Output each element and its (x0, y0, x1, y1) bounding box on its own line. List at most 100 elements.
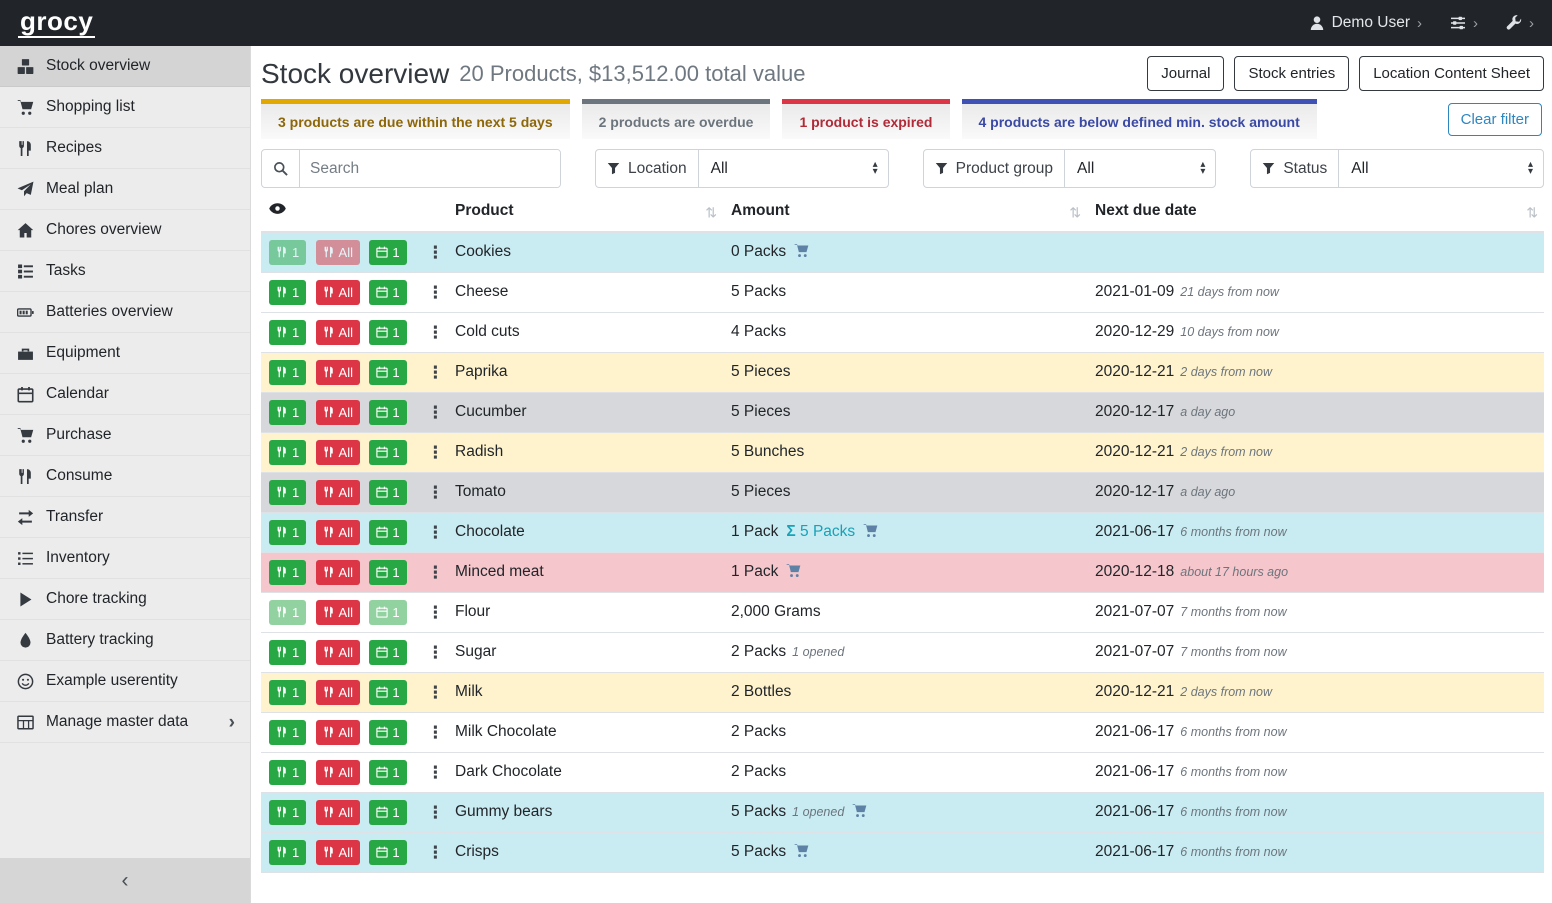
sidebar-item[interactable]: Recipes (0, 128, 250, 169)
sidebar-item[interactable]: Stock overview (0, 46, 250, 87)
sidebar-item[interactable]: Manage master data › (0, 702, 250, 743)
open-product-button[interactable]: 1 (369, 640, 406, 665)
open-product-button[interactable]: 1 (369, 680, 406, 705)
consume-all-button[interactable]: All (316, 800, 360, 825)
consume-all-button[interactable]: All (316, 320, 360, 345)
consume-all-button[interactable]: All (316, 440, 360, 465)
sidebar-item[interactable]: Purchase (0, 415, 250, 456)
cart-icon[interactable] (794, 243, 809, 258)
consume-one-button[interactable]: 1 (269, 640, 306, 665)
consume-one-button[interactable]: 1 (269, 600, 306, 625)
row-menu-button[interactable]: ⋮ (421, 442, 447, 463)
consume-all-button[interactable]: All (316, 520, 360, 545)
open-product-button[interactable]: 1 (369, 840, 406, 865)
consume-all-button[interactable]: All (316, 560, 360, 585)
consume-all-button[interactable]: All (316, 480, 360, 505)
consume-one-button[interactable]: 1 (269, 360, 306, 385)
settings-menu[interactable]: › (1450, 15, 1478, 31)
status-banner[interactable]: 2 products are overdue (582, 99, 771, 139)
cart-icon[interactable] (794, 843, 809, 858)
cart-icon[interactable] (786, 563, 801, 578)
sidebar-item[interactable]: Consume (0, 456, 250, 497)
admin-menu[interactable]: › (1506, 15, 1534, 31)
consume-all-button[interactable]: All (316, 400, 360, 425)
sidebar-item[interactable]: Transfer (0, 497, 250, 538)
row-menu-button[interactable]: ⋮ (421, 522, 447, 543)
sidebar-item[interactable]: Chores overview (0, 210, 250, 251)
sidebar-item[interactable]: Equipment (0, 333, 250, 374)
search-input[interactable] (300, 150, 560, 187)
sidebar-item[interactable]: Shopping list (0, 87, 250, 128)
status-banner[interactable]: 4 products are below defined min. stock … (962, 99, 1317, 139)
sidebar-item[interactable]: Example userentity (0, 661, 250, 702)
open-product-button[interactable]: 1 (369, 320, 406, 345)
row-menu-button[interactable]: ⋮ (421, 762, 447, 783)
row-menu-button[interactable]: ⋮ (421, 842, 447, 863)
row-menu-button[interactable]: ⋮ (421, 322, 447, 343)
sidebar-item[interactable]: Inventory (0, 538, 250, 579)
row-menu-button[interactable]: ⋮ (421, 282, 447, 303)
consume-one-button[interactable]: 1 (269, 280, 306, 305)
header-action-button[interactable]: Journal (1147, 56, 1224, 91)
row-menu-button[interactable]: ⋮ (421, 402, 447, 423)
consume-one-button[interactable]: 1 (269, 560, 306, 585)
open-product-button[interactable]: 1 (369, 600, 406, 625)
open-product-button[interactable]: 1 (369, 480, 406, 505)
consume-all-button[interactable]: All (316, 680, 360, 705)
consume-one-button[interactable]: 1 (269, 520, 306, 545)
consume-all-button[interactable]: All (316, 600, 360, 625)
row-menu-button[interactable]: ⋮ (421, 562, 447, 583)
open-product-button[interactable]: 1 (369, 720, 406, 745)
consume-one-button[interactable]: 1 (269, 840, 306, 865)
consume-one-button[interactable]: 1 (269, 240, 306, 265)
open-product-button[interactable]: 1 (369, 520, 406, 545)
user-menu[interactable]: Demo User › (1309, 14, 1422, 32)
consume-all-button[interactable]: All (316, 280, 360, 305)
header-action-button[interactable]: Location Content Sheet (1359, 56, 1544, 91)
cart-icon[interactable] (863, 523, 878, 538)
consume-one-button[interactable]: 1 (269, 760, 306, 785)
cart-icon[interactable] (852, 803, 867, 818)
consume-all-button[interactable]: All (316, 240, 360, 265)
filter-select[interactable]: All ▴▾ (1339, 150, 1543, 187)
open-product-button[interactable]: 1 (369, 440, 406, 465)
clear-filter-button[interactable]: Clear filter (1448, 103, 1542, 136)
row-menu-button[interactable]: ⋮ (421, 602, 447, 623)
consume-all-button[interactable]: All (316, 640, 360, 665)
consume-all-button[interactable]: All (316, 360, 360, 385)
consume-one-button[interactable]: 1 (269, 720, 306, 745)
row-menu-button[interactable]: ⋮ (421, 242, 447, 263)
sidebar-item[interactable]: Tasks (0, 251, 250, 292)
row-menu-button[interactable]: ⋮ (421, 642, 447, 663)
filter-select[interactable]: All ▴▾ (699, 150, 888, 187)
status-banner[interactable]: 1 product is expired (782, 99, 949, 139)
consume-one-button[interactable]: 1 (269, 320, 306, 345)
sidebar-collapse-button[interactable]: ‹ (0, 858, 250, 903)
open-product-button[interactable]: 1 (369, 240, 406, 265)
sidebar-item[interactable]: Battery tracking (0, 620, 250, 661)
header-action-button[interactable]: Stock entries (1234, 56, 1349, 91)
open-product-button[interactable]: 1 (369, 360, 406, 385)
row-menu-button[interactable]: ⋮ (421, 482, 447, 503)
open-product-button[interactable]: 1 (369, 560, 406, 585)
open-product-button[interactable]: 1 (369, 800, 406, 825)
status-banner[interactable]: 3 products are due within the next 5 day… (261, 99, 570, 139)
row-menu-button[interactable]: ⋮ (421, 362, 447, 383)
row-menu-button[interactable]: ⋮ (421, 802, 447, 823)
app-logo[interactable]: grocy (18, 8, 95, 38)
consume-one-button[interactable]: 1 (269, 480, 306, 505)
filter-select[interactable]: All ▴▾ (1065, 150, 1215, 187)
column-header-product[interactable]: Product ⇅ (447, 194, 723, 232)
row-menu-button[interactable]: ⋮ (421, 722, 447, 743)
consume-one-button[interactable]: 1 (269, 440, 306, 465)
open-product-button[interactable]: 1 (369, 760, 406, 785)
sidebar-item[interactable]: Batteries overview (0, 292, 250, 333)
sidebar-item[interactable]: Meal plan (0, 169, 250, 210)
open-product-button[interactable]: 1 (369, 400, 406, 425)
open-product-button[interactable]: 1 (369, 280, 406, 305)
consume-all-button[interactable]: All (316, 720, 360, 745)
consume-one-button[interactable]: 1 (269, 400, 306, 425)
consume-one-button[interactable]: 1 (269, 680, 306, 705)
row-menu-button[interactable]: ⋮ (421, 682, 447, 703)
column-header-next-due-date[interactable]: Next due date ⇅ (1087, 194, 1544, 232)
